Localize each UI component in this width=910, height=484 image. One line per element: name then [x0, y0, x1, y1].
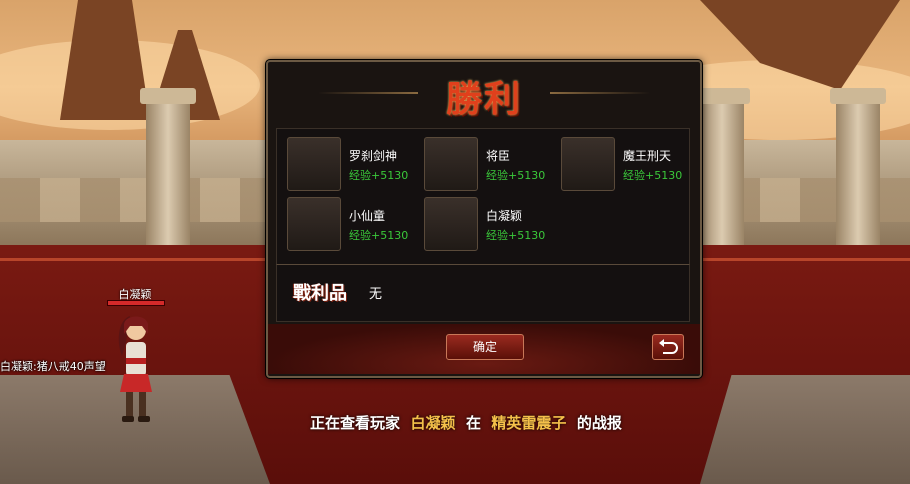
victory-dialog: 勝利 罗刹剑神 经验+5130 将臣 经验+5130 魔王刑天 经验+5130 …	[266, 60, 702, 378]
party-members-panel: 罗刹剑神 经验+5130 将臣 经验+5130 魔王刑天 经验+5130 小仙童…	[276, 128, 690, 266]
member-avatar[interactable]	[561, 137, 615, 191]
member-name: 罗刹剑神	[349, 149, 398, 163]
player-hp-bar	[107, 300, 165, 306]
party-member: 罗刹剑神 经验+5130	[287, 137, 417, 191]
member-name: 白凝颖	[486, 209, 523, 223]
railing-pillar	[694, 88, 750, 250]
victory-title: 勝利	[445, 78, 522, 120]
party-member: 小仙童 经验+5130	[287, 197, 417, 251]
member-avatar[interactable]	[424, 137, 478, 191]
status-middle: 在	[465, 414, 481, 432]
player-guild-text: 白凝颖:猪八戒40声望	[0, 360, 106, 373]
railing-pillar	[830, 88, 886, 250]
member-exp: 经验+5130	[486, 169, 546, 182]
stone-floor-right	[700, 375, 910, 484]
loot-panel: 戰利品 无	[276, 264, 690, 322]
status-suffix: 的战报	[576, 414, 622, 432]
member-exp: 经验+5130	[623, 169, 683, 182]
back-button[interactable]	[652, 334, 684, 360]
battle-report-status: 正在查看玩家 白凝颖 在 精英雷震子 的战报	[310, 412, 622, 433]
player-character-sprite[interactable]	[112, 312, 160, 424]
confirm-button[interactable]: 确定	[446, 334, 524, 360]
return-arrow-icon	[659, 339, 678, 354]
loot-value: 无	[369, 287, 383, 302]
loot-label: 戰利品	[293, 283, 347, 304]
status-prefix: 正在查看玩家	[310, 414, 401, 432]
member-exp: 经验+5130	[349, 229, 409, 242]
member-exp: 经验+5130	[349, 169, 409, 182]
party-member: 白凝颖 经验+5130	[424, 197, 554, 251]
member-name: 小仙童	[349, 209, 386, 223]
railing-pillar	[140, 88, 196, 250]
member-avatar[interactable]	[287, 137, 341, 191]
member-avatar[interactable]	[424, 197, 478, 251]
status-player-name: 白凝颖	[410, 414, 456, 432]
member-name: 将臣	[486, 149, 511, 163]
party-member: 将臣 经验+5130	[424, 137, 554, 191]
party-member: 魔王刑天 经验+5130	[561, 137, 691, 191]
member-name: 魔王刑天	[623, 149, 672, 163]
status-boss-name: 精英雷震子	[491, 414, 567, 432]
member-avatar[interactable]	[287, 197, 341, 251]
member-exp: 经验+5130	[486, 229, 546, 242]
